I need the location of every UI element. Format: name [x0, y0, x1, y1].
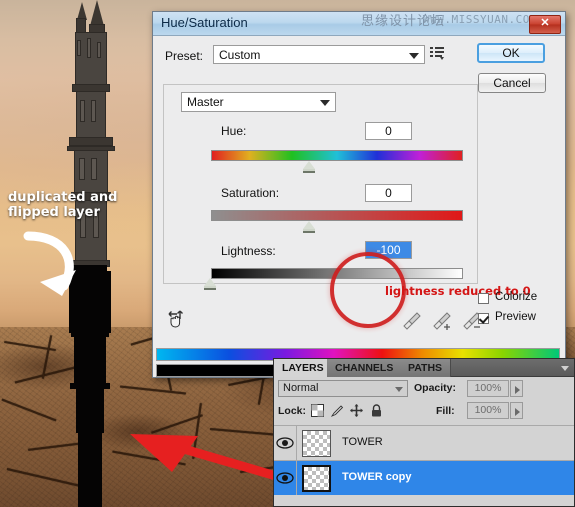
fill-label: Fill: [436, 405, 455, 417]
adjustment-group [163, 84, 478, 284]
channel-dropdown[interactable]: Master [181, 92, 336, 112]
opacity-label: Opacity: [414, 382, 457, 394]
lightness-label: Lightness: [221, 244, 276, 258]
saturation-slider-track[interactable] [211, 210, 463, 221]
layer-visibility-toggle[interactable] [274, 426, 297, 460]
tab-channels[interactable]: CHANNELS [327, 359, 403, 377]
eyedropper-plus-icon[interactable] [431, 310, 455, 332]
dialog-title: Hue/Saturation [161, 15, 248, 30]
panel-menu-icon[interactable] [561, 366, 569, 371]
colorize-checkbox[interactable] [478, 293, 489, 304]
layer-name: TOWER copy [342, 471, 412, 483]
layer-thumbnail[interactable] [302, 430, 331, 457]
table-row[interactable]: TOWER copy [274, 460, 574, 495]
dialog-title-bar[interactable]: Hue/Saturation 思缘设计论坛 WWW.MISSYUAN.COM ✕ [153, 12, 565, 36]
preview-label: Preview [495, 311, 536, 323]
fill-stepper[interactable] [510, 402, 523, 419]
preview-checkbox[interactable] [478, 313, 489, 324]
saturation-value-field[interactable]: 0 [365, 184, 412, 202]
tab-layers[interactable]: LAYERS [274, 359, 333, 377]
eye-icon [276, 472, 294, 484]
chevron-down-icon [409, 53, 419, 59]
chevron-down-icon [320, 100, 330, 106]
hue-saturation-dialog: Hue/Saturation 思缘设计论坛 WWW.MISSYUAN.COM ✕… [152, 11, 566, 378]
lock-fill-row: Lock: Fill: 100% [274, 402, 574, 422]
layer-name: TOWER [342, 436, 383, 448]
preset-value: Custom [219, 48, 261, 62]
panel-tab-bar: LAYERS CHANNELS PATHS [274, 359, 574, 377]
layer-thumbnail[interactable] [302, 465, 331, 492]
tab-paths[interactable]: PATHS [400, 359, 452, 377]
close-button[interactable]: ✕ [529, 15, 561, 34]
annotation-line-2: flipped layer [8, 205, 100, 220]
chevron-down-icon [395, 387, 403, 392]
lock-position-icon[interactable] [350, 404, 363, 417]
ok-button[interactable]: OK [477, 43, 545, 63]
saturation-label: Saturation: [221, 186, 280, 200]
lock-all-icon[interactable] [370, 404, 383, 417]
table-row[interactable]: TOWER [274, 425, 574, 460]
eyedropper-icon[interactable] [401, 310, 423, 332]
hue-slider-thumb[interactable] [303, 161, 315, 172]
opacity-field[interactable]: 100% [467, 380, 509, 397]
annotation-duplicated-flipped: duplicated and flipped layer [8, 190, 158, 220]
blend-mode-value: Normal [283, 382, 319, 394]
layers-panel-body: Normal Opacity: 100% Lock: Fill: 100% TO… [274, 377, 574, 506]
lightness-slider-thumb[interactable] [204, 278, 216, 289]
blend-opacity-row: Normal Opacity: 100% [274, 380, 574, 400]
photoshop-screenshot: duplicated and flipped layer UiBQ.CoM Hu… [0, 0, 575, 507]
layer-visibility-toggle[interactable] [274, 461, 297, 495]
hue-label: Hue: [221, 124, 247, 138]
blend-mode-dropdown[interactable]: Normal [278, 380, 408, 397]
white-curved-arrow-icon [23, 231, 76, 296]
colorize-label: Colorize [495, 291, 538, 303]
hue-slider-track[interactable] [211, 150, 463, 161]
fill-field[interactable]: 100% [467, 402, 509, 419]
opacity-stepper[interactable] [510, 380, 523, 397]
channel-value: Master [187, 95, 224, 109]
preset-options-icon[interactable] [429, 45, 445, 61]
targeted-adjustment-hand-icon[interactable] [166, 308, 188, 330]
eye-icon [276, 437, 294, 449]
preset-dropdown[interactable]: Custom [213, 45, 425, 64]
saturation-slider-thumb[interactable] [303, 221, 315, 232]
layers-panel: LAYERS CHANNELS PATHS Normal Opacity: 10… [273, 358, 575, 507]
watermark-url: WWW.MISSYUAN.COM [423, 13, 537, 26]
lock-transparency-icon[interactable] [311, 404, 324, 417]
preset-label: Preset: [165, 49, 204, 63]
cancel-button[interactable]: Cancel [478, 73, 546, 93]
hue-value-field[interactable]: 0 [365, 122, 412, 140]
lock-label: Lock: [278, 405, 307, 417]
annotation-line-1: duplicated and [8, 190, 118, 205]
lock-image-icon[interactable] [331, 404, 344, 417]
